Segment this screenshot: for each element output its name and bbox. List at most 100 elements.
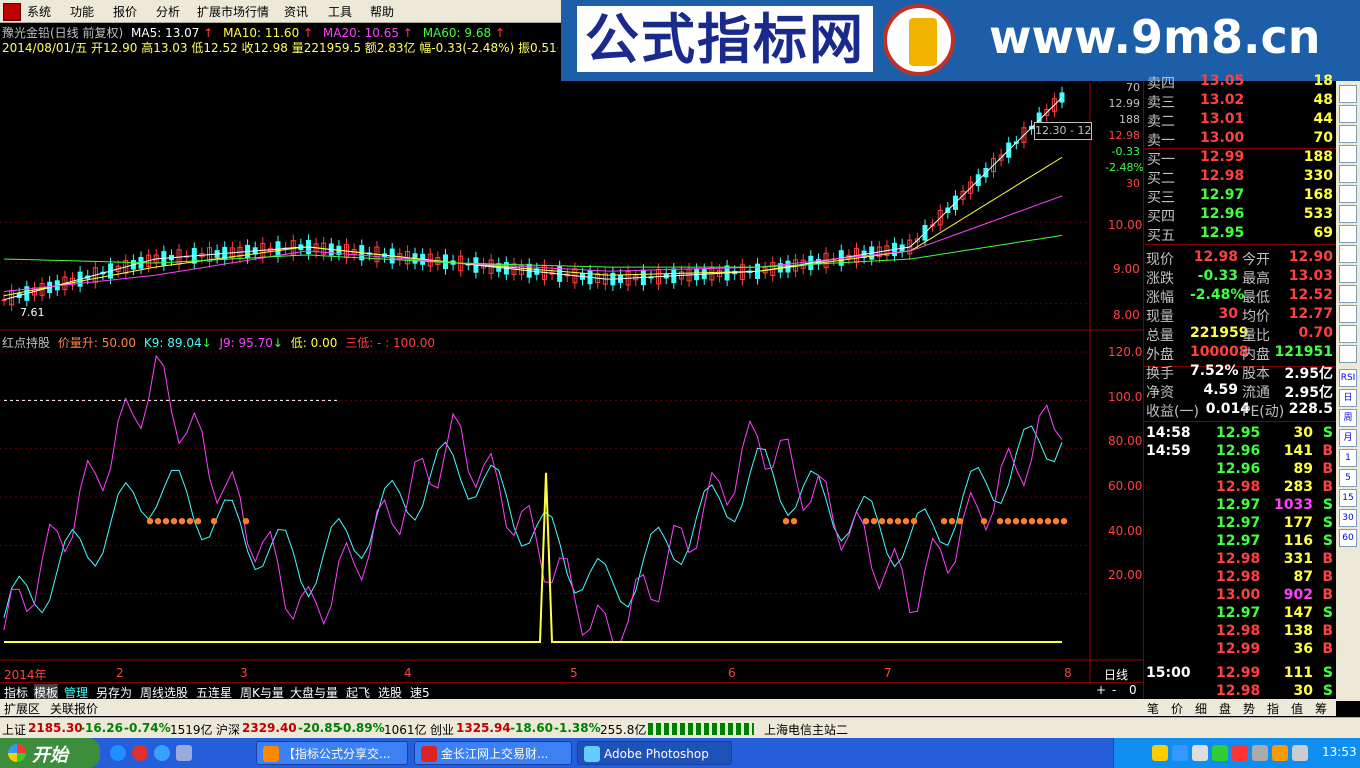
quote-tab-7[interactable]: 筹	[1315, 700, 1327, 717]
tick-volume: 30	[1293, 425, 1313, 441]
menu-system[interactable]: 系统	[27, 3, 51, 20]
quote-tab-0[interactable]: 笔	[1147, 700, 1159, 717]
chart-tool-icon-3[interactable]	[1339, 145, 1357, 163]
zoom-in-button[interactable]: +	[1096, 683, 1106, 697]
order-row-1: 卖三 13.02 48	[1144, 92, 1337, 111]
menu-ext-market[interactable]: 扩展市场行情	[197, 3, 269, 20]
task-photoshop[interactable]: Adobe Photoshop	[577, 741, 732, 765]
chart-tool-icon-8[interactable]	[1339, 245, 1357, 263]
period-label[interactable]: 日线	[1104, 666, 1128, 683]
stat-key: 外盘	[1146, 347, 1174, 363]
tick-price: 12.97	[1216, 515, 1261, 531]
stat-value-2: 13.03	[1288, 268, 1333, 284]
cy-percent: -1.38%	[554, 721, 601, 735]
menu-tools[interactable]: 工具	[328, 3, 352, 20]
signal-dot-20	[956, 517, 964, 525]
tray-icon-7[interactable]	[1272, 745, 1288, 761]
menu-help[interactable]: 帮助	[370, 3, 394, 20]
ma-lines	[3, 97, 1063, 301]
menu-analysis[interactable]: 分析	[156, 3, 180, 20]
tray-icon-4[interactable]	[1212, 745, 1228, 761]
tray-icon-1[interactable]	[1152, 745, 1168, 761]
stat-value-2: 0.70	[1298, 325, 1333, 341]
quote-tab-3[interactable]: 盘	[1219, 700, 1231, 717]
tick-row-9: 13.00 902 B	[1144, 587, 1337, 606]
tool-日[interactable]: 日	[1339, 389, 1357, 407]
menu-quote[interactable]: 报价	[113, 3, 137, 20]
stat-key: 现量	[1146, 309, 1174, 325]
chart-tool-icon-1[interactable]	[1339, 105, 1357, 123]
quote-tab-2[interactable]: 细	[1195, 700, 1207, 717]
zoom-reset-button[interactable]: 0	[1129, 683, 1137, 697]
chart-tool-icon-7[interactable]	[1339, 225, 1357, 243]
tab-ext-area[interactable]: 扩展区	[4, 700, 40, 717]
order-price: 13.05	[1200, 73, 1245, 89]
menu-news[interactable]: 资讯	[284, 3, 308, 20]
server-label[interactable]: 上海电信主站二	[764, 721, 848, 738]
chart-tool-icon-12[interactable]	[1339, 325, 1357, 343]
indicator-k9: K9: 89.04	[143, 336, 202, 350]
tick-row-6: 12.97 116 S	[1144, 533, 1337, 552]
signal-dot-27	[1036, 517, 1044, 525]
tool-30[interactable]: 30	[1339, 509, 1357, 527]
chart-area[interactable]	[0, 22, 1143, 682]
stat-key: 换手	[1146, 366, 1174, 382]
tool-60[interactable]: 60	[1339, 529, 1357, 547]
chart-tool-icon-0[interactable]	[1339, 85, 1357, 103]
shield-icon[interactable]	[1192, 745, 1208, 761]
tick-side: S	[1322, 683, 1333, 699]
zoom-out-button[interactable]: -	[1112, 683, 1116, 697]
tick-price: 12.98	[1216, 551, 1261, 567]
quote-tab-5[interactable]: 指	[1267, 700, 1279, 717]
candles-group	[1, 86, 1065, 311]
stat-key: 总量	[1146, 328, 1174, 344]
task-formula-share[interactable]: 【指标公式分享交...	[256, 741, 408, 765]
chart-tool-icon-2[interactable]	[1339, 125, 1357, 143]
quote-tab-4[interactable]: 势	[1243, 700, 1255, 717]
menu-function[interactable]: 功能	[70, 3, 94, 20]
tray-icon-2[interactable]	[1172, 745, 1188, 761]
ind-tick-40: 40.00	[1108, 524, 1143, 538]
tray-icon-5[interactable]	[1232, 745, 1248, 761]
tool-1[interactable]: 1	[1339, 449, 1357, 467]
stat-value: 7.52%	[1190, 363, 1239, 379]
task-trading[interactable]: 金长江网上交易财...	[414, 741, 572, 765]
app-quicklaunch-icon[interactable]	[132, 745, 148, 761]
cy-label: 创业	[430, 723, 455, 737]
network-icon[interactable]	[1252, 745, 1268, 761]
extension-tabs: 扩展区 关联报价	[0, 699, 1143, 716]
quote-tab-1[interactable]: 价	[1171, 700, 1183, 717]
volume-icon[interactable]	[1292, 745, 1308, 761]
signal-dot-5	[186, 517, 194, 525]
axis-top-0: 70	[1126, 81, 1140, 94]
order-price: 12.98	[1200, 168, 1245, 184]
signal-dots	[146, 517, 1068, 525]
tool-RSI[interactable]: RSI	[1339, 369, 1357, 387]
chart-tool-icon-11[interactable]	[1339, 305, 1357, 323]
tick-price: 12.98	[1216, 683, 1261, 699]
chart-tool-icon-10[interactable]	[1339, 285, 1357, 303]
tool-15[interactable]: 15	[1339, 489, 1357, 507]
clock[interactable]: 13:53	[1322, 745, 1357, 759]
app-icon[interactable]	[3, 3, 21, 21]
tab-related-quote[interactable]: 关联报价	[50, 700, 98, 717]
chart-tool-icon-4[interactable]	[1339, 165, 1357, 183]
chart-tool-icon-13[interactable]	[1339, 345, 1357, 363]
browser-quicklaunch-icon[interactable]	[154, 745, 170, 761]
tool-周[interactable]: 周	[1339, 409, 1357, 427]
chart-tool-icon-9[interactable]	[1339, 265, 1357, 283]
stat-row-6: 换手 7.52% 股本 2.95亿	[1144, 363, 1337, 382]
order-row-0: 卖四 13.05 18	[1144, 73, 1337, 92]
start-button[interactable]: 开始	[0, 738, 100, 768]
ie-quicklaunch-icon[interactable]	[110, 745, 126, 761]
chart-tool-icon-6[interactable]	[1339, 205, 1357, 223]
tool-月[interactable]: 月	[1339, 429, 1357, 447]
quote-tab-6[interactable]: 值	[1291, 700, 1303, 717]
tool-5[interactable]: 5	[1339, 469, 1357, 487]
signal-dot-23	[1004, 517, 1012, 525]
x-label-2014: 2014年	[4, 668, 47, 682]
chart-tool-icon-5[interactable]	[1339, 185, 1357, 203]
desktop-quicklaunch-icon[interactable]	[176, 745, 192, 761]
tick-volume: 36	[1293, 641, 1313, 657]
crosshair-tooltip: 12.30 - 12	[1034, 122, 1092, 140]
